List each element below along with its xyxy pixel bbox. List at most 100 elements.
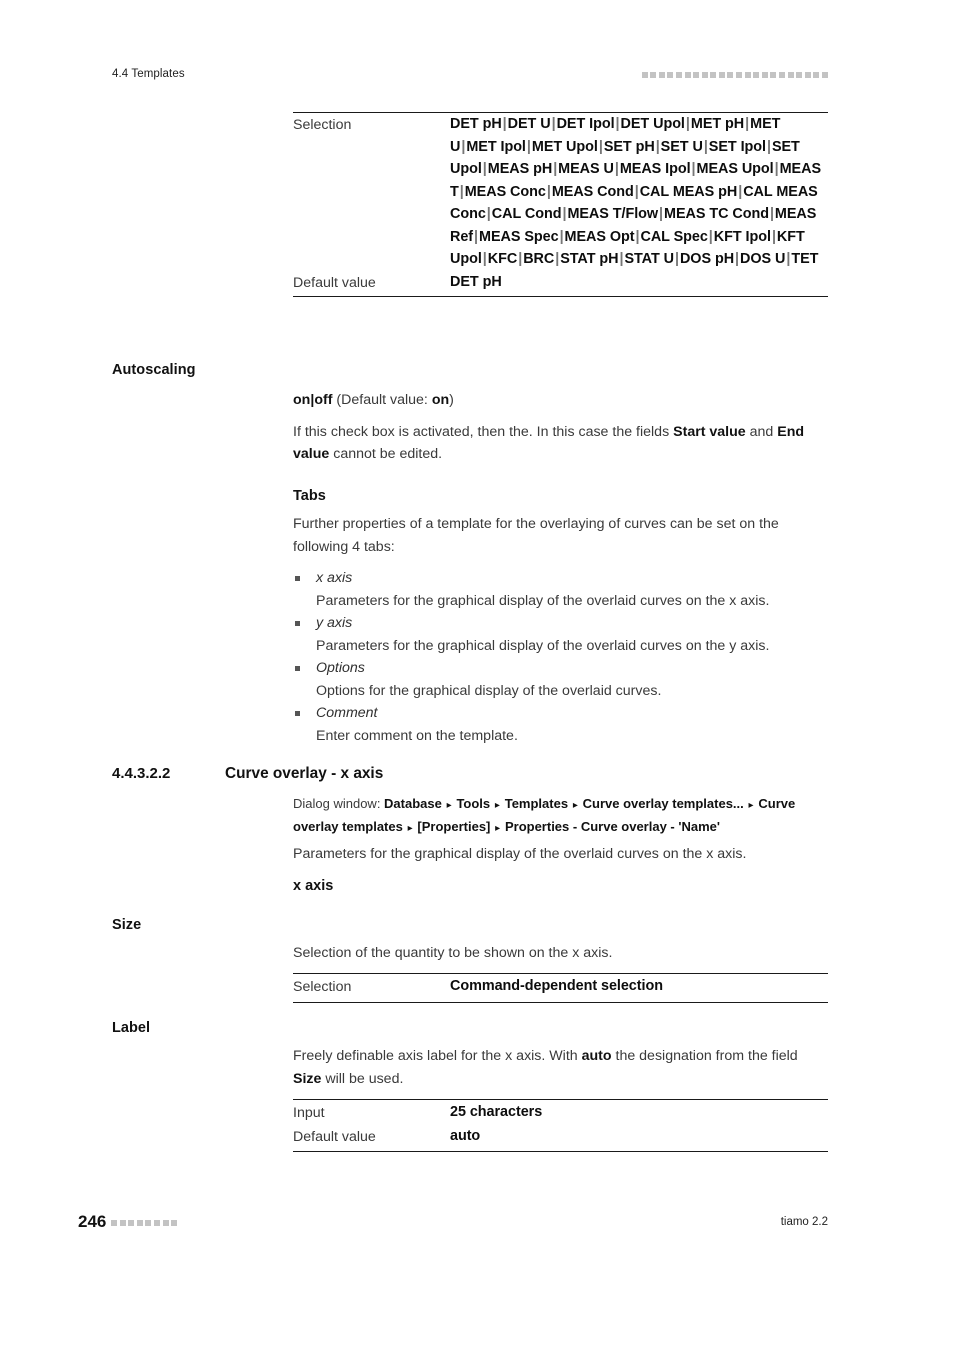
footer-product-name: tiamo 2.2 [780, 1216, 828, 1228]
label-desc-bold-size: Size [293, 1070, 322, 1087]
selection-option: KFC [487, 251, 518, 267]
autoscaling-default-value: on [431, 392, 450, 408]
breadcrumb-item: [Properties] [417, 819, 491, 834]
selection-option: SET pH [603, 138, 655, 155]
decor-square [641, 72, 648, 78]
label-desc-2: the designation from the field [611, 1048, 798, 1064]
tab-name: x axis [316, 570, 353, 586]
decor-square [171, 1220, 178, 1226]
desc-bold-start-value: Start value [673, 423, 746, 440]
option-separator: | [310, 392, 315, 408]
decor-square [136, 1220, 143, 1226]
decor-square [822, 72, 828, 78]
bullet-square-icon [295, 711, 300, 716]
tabs-heading: Tabs [293, 488, 326, 504]
margin-label-size: Size [112, 917, 142, 933]
section-intro: Parameters for the graphical display of … [293, 846, 747, 862]
tab-description: Parameters for the graphical display of … [316, 637, 770, 654]
desc-text-2: and [745, 423, 778, 440]
table-row-value: DET pH|DET U|DET Ipol|DET Upol|MET pH|ME… [450, 113, 828, 271]
decor-square [770, 72, 777, 78]
decor-square [153, 1220, 160, 1226]
selection-option: MET Ipol [466, 138, 526, 155]
selection-option: MEAS Upol [696, 161, 774, 177]
breadcrumb-arrow-icon: ▸ [492, 823, 503, 834]
table-row-key: Selection [293, 979, 352, 995]
decor-square [796, 72, 803, 78]
table-row-key: Default value [293, 274, 376, 291]
label-desc-bold-auto: auto [581, 1048, 612, 1064]
decor-square [701, 72, 708, 78]
selection-option: MEAS Conc [464, 183, 546, 200]
breadcrumb-item: Templates [504, 796, 569, 811]
selection-option: BRC [523, 251, 555, 267]
decor-square [787, 72, 794, 78]
tabs-block: Tabs Further properties of a template fo… [293, 488, 828, 747]
decor-square [718, 72, 725, 78]
decor-square [736, 72, 743, 78]
margin-label-label: Label [112, 1020, 151, 1036]
selection-option: DET Ipol [556, 116, 615, 132]
autoscaling-description: If this check box is activated, then the… [293, 421, 828, 466]
breadcrumb-prefix: Dialog window: [293, 796, 385, 811]
autoscaling-block: on|off (Default value: on) If this check… [293, 389, 828, 466]
header-section-title: 4.4 Templates [112, 68, 185, 80]
section-intro-block: Parameters for the graphical display of … [293, 843, 828, 866]
tabs-list: x axis Parameters for the graphical displ… [293, 567, 828, 747]
selection-option: MEAS Cond [551, 183, 634, 200]
decor-square [658, 72, 665, 78]
bullet-square-icon [295, 621, 300, 626]
selection-option: STAT U [624, 251, 674, 267]
selection-option: SET Ipol [708, 138, 766, 155]
table-row-value: Command-dependent selection [450, 978, 663, 994]
breadcrumb-arrow-icon: ▸ [492, 800, 503, 811]
breadcrumb-arrow-icon: ▸ [745, 800, 757, 811]
label-block: Freely definable axis label for the x ax… [293, 1045, 828, 1090]
decor-square [684, 72, 691, 78]
decor-square [675, 72, 682, 78]
autoscaling-default-suffix: ) [449, 392, 454, 408]
table-row-key: Selection [293, 117, 352, 133]
selection-option: MEAS T/Flow [567, 206, 659, 222]
selection-option: CAL Spec [640, 228, 708, 245]
table-row-value: 25 characters [450, 1104, 543, 1120]
list-item: Comment Enter comment on the template. [293, 702, 828, 747]
selection-option: DET U [507, 116, 551, 132]
tab-description: Parameters for the graphical display of … [316, 592, 770, 609]
list-item: y axis Parameters for the graphical displ… [293, 612, 828, 657]
breadcrumb-item: Database [384, 796, 442, 811]
breadcrumb-item: Properties - Curve overlay - 'Name' [504, 819, 720, 834]
decor-square [779, 72, 786, 78]
list-item: Options Options for the graphical display… [293, 657, 828, 702]
selection-option: MET Upol [531, 138, 598, 155]
decor-square [667, 72, 674, 78]
section-number: 4.4.3.2.2 [112, 765, 171, 782]
desc-text-3: cannot be edited. [329, 446, 443, 462]
running-header: 4.4 Templates [112, 68, 828, 86]
decor-square [111, 1220, 117, 1226]
decor-square [128, 1220, 135, 1226]
breadcrumb-arrow-icon: ▸ [443, 800, 455, 811]
breadcrumb-item: Tools [456, 796, 491, 811]
section-title: Curve overlay - x axis [225, 765, 384, 782]
table-row-value: DET pH [450, 273, 502, 290]
decor-square [753, 72, 760, 78]
decor-square [761, 72, 768, 78]
decor-square [650, 72, 657, 78]
breadcrumb-arrow-icon: ▸ [404, 823, 416, 834]
label-desc-1: Freely definable axis label for the x ax… [293, 1048, 582, 1064]
header-decor-squares [641, 72, 828, 78]
breadcrumb-item: Curve overlay templates... [582, 796, 744, 811]
tab-description: Options for the graphical display of the… [316, 682, 662, 699]
document-page: { "header": { "section_title": "4.4 Temp… [0, 0, 954, 1350]
size-value-table: Selection Command-dependent selection [293, 973, 828, 1003]
footer-decor-squares [111, 1220, 178, 1226]
size-block: Selection of the quantity to be shown on… [293, 942, 828, 965]
decor-square [813, 72, 820, 78]
x-axis-heading: x axis [293, 878, 334, 894]
tabs-intro: Further properties of a template for the… [293, 516, 779, 555]
decor-square [710, 72, 717, 78]
selection-option: MEAS Spec [479, 228, 559, 245]
selection-option: DET Upol [620, 116, 685, 132]
bullet-square-icon [295, 576, 300, 581]
